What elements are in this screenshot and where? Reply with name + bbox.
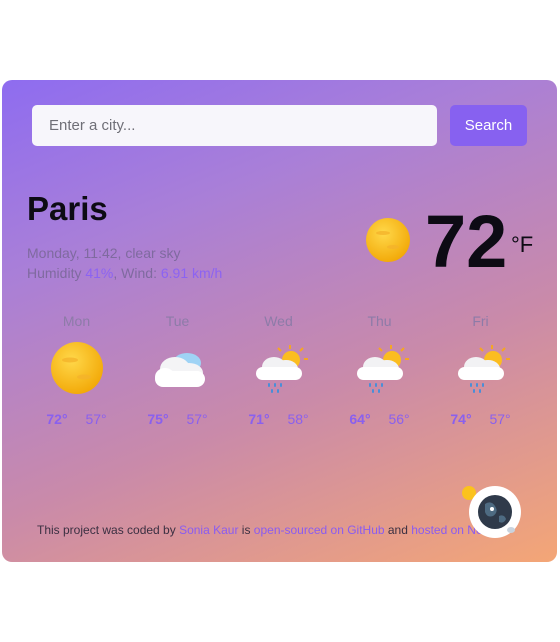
forecast-day-name: Thu xyxy=(367,313,392,329)
forecast-max: 74° xyxy=(450,411,472,427)
humidity-label: Humidity xyxy=(27,265,82,281)
rain-sun-icon xyxy=(356,345,409,393)
forecast-max: 71° xyxy=(248,411,270,427)
forecast-temps: 75° 57° xyxy=(127,411,228,429)
search-button[interactable]: Search xyxy=(450,105,527,146)
humidity-wind-line: Humidity 41%, Wind: 6.91 km/h xyxy=(27,265,223,281)
sun-icon xyxy=(366,218,410,262)
humidity-value: 41% xyxy=(85,265,114,281)
datetime-description: Monday, 11:42, clear sky xyxy=(27,245,181,261)
forecast-temps: 72° 57° xyxy=(26,411,127,429)
footer-text: is xyxy=(238,523,254,537)
rain-sun-icon xyxy=(457,345,510,393)
github-link[interactable]: open-sourced on GitHub xyxy=(254,523,385,537)
weather-details: Monday, 11:42, clear sky Humidity 41%, W… xyxy=(27,243,222,283)
current-temperature: 72 xyxy=(425,200,508,283)
forecast-max: 72° xyxy=(46,411,68,427)
city-search-input[interactable] xyxy=(32,105,437,146)
weather-card: Search Paris Monday, 11:42, clear sky Hu… xyxy=(2,80,557,562)
forecast-max: 75° xyxy=(147,411,169,427)
forecast-min: 58° xyxy=(287,411,309,427)
forecast-day: Wed 71° 58° xyxy=(228,313,329,429)
forecast-day-name: Tue xyxy=(165,313,190,329)
forecast-day: Fri 74° 57° xyxy=(430,313,531,429)
forecast-temps: 74° 57° xyxy=(430,411,531,429)
forecast-day: Mon 72° 57° xyxy=(26,313,127,429)
sun-icon xyxy=(50,342,103,394)
rain-sun-icon xyxy=(255,345,308,393)
forecast-day: Tue 75° 57° xyxy=(127,313,228,429)
forecast-day-name: Fri xyxy=(472,313,489,329)
author-link[interactable]: Sonia Kaur xyxy=(179,523,238,537)
globe-logo-icon xyxy=(462,486,521,538)
footer-text: and xyxy=(384,523,412,537)
forecast-temps: 64° 56° xyxy=(329,411,430,429)
footer: This project was coded by Sonia Kaur is … xyxy=(37,523,501,537)
forecast-day: Thu 64° 56° xyxy=(329,313,430,429)
forecast-min: 56° xyxy=(388,411,410,427)
forecast-min: 57° xyxy=(186,411,208,427)
forecast-temps: 71° 58° xyxy=(228,411,329,429)
forecast-min: 57° xyxy=(85,411,107,427)
forecast-min: 57° xyxy=(489,411,511,427)
footer-text: This project was coded by xyxy=(37,523,180,537)
city-name: Paris xyxy=(27,190,108,227)
forecast-day-name: Mon xyxy=(62,313,91,329)
forecast-max: 64° xyxy=(349,411,371,427)
wind-label: Wind: xyxy=(121,265,157,281)
forecast-day-name: Wed xyxy=(264,313,293,329)
cloud-icon xyxy=(154,353,205,387)
wind-value: 6.91 km/h xyxy=(160,265,223,281)
temperature-unit: °F xyxy=(511,232,534,257)
